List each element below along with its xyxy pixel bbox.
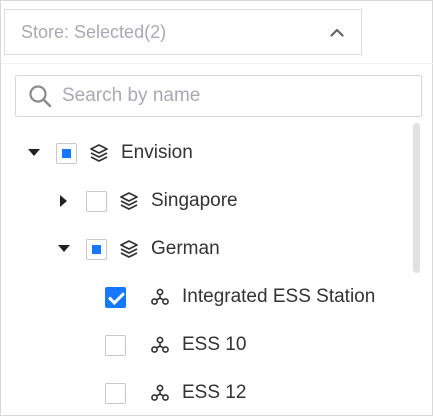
layers-icon: [119, 239, 139, 259]
chevron-up-icon[interactable]: [329, 24, 345, 40]
tree-node-singapore[interactable]: Singapore: [58, 177, 238, 225]
scrollbar-thumb[interactable]: [413, 123, 420, 273]
search-icon: [28, 84, 52, 108]
tree-node-integrated-ess-station[interactable]: Integrated ESS Station: [105, 273, 375, 321]
checkbox[interactable]: [105, 286, 126, 308]
checkbox[interactable]: [56, 142, 77, 164]
checkbox[interactable]: [105, 382, 126, 404]
checkbox[interactable]: [86, 190, 107, 212]
tree-node-ess-10[interactable]: ESS 10: [105, 321, 246, 369]
tree-node-ess-12[interactable]: ESS 12: [105, 369, 246, 417]
dropdown-divider: [1, 63, 433, 64]
tree-node-label: German: [151, 238, 220, 259]
store-select-panel: Store: Selected(2) Envision: [0, 0, 433, 416]
tree-node-label: ESS 10: [182, 334, 247, 355]
tree-node-label: Integrated ESS Station: [182, 286, 376, 307]
search-input[interactable]: [62, 85, 402, 107]
checkbox[interactable]: [105, 334, 126, 356]
caret-down-icon[interactable]: [58, 243, 70, 255]
store-select[interactable]: Store: Selected(2): [4, 9, 362, 55]
caret-down-icon[interactable]: [28, 147, 40, 159]
search-field[interactable]: [15, 75, 422, 117]
tree-node-label: Singapore: [151, 190, 238, 211]
caret-right-icon[interactable]: [58, 195, 70, 207]
station-icon: [150, 335, 170, 355]
tree-node-german[interactable]: German: [58, 225, 220, 273]
store-select-value: Store: Selected(2): [21, 21, 167, 42]
layers-icon: [119, 191, 139, 211]
tree-node-envision[interactable]: Envision: [28, 129, 193, 177]
station-icon: [150, 287, 170, 307]
tree-node-label: Envision: [121, 142, 193, 163]
tree-node-label: ESS 12: [182, 382, 247, 403]
checkbox[interactable]: [86, 238, 107, 260]
layers-icon: [89, 143, 109, 163]
store-tree: Envision Singapore German Integrated ESS…: [1, 129, 411, 417]
station-icon: [150, 383, 170, 403]
